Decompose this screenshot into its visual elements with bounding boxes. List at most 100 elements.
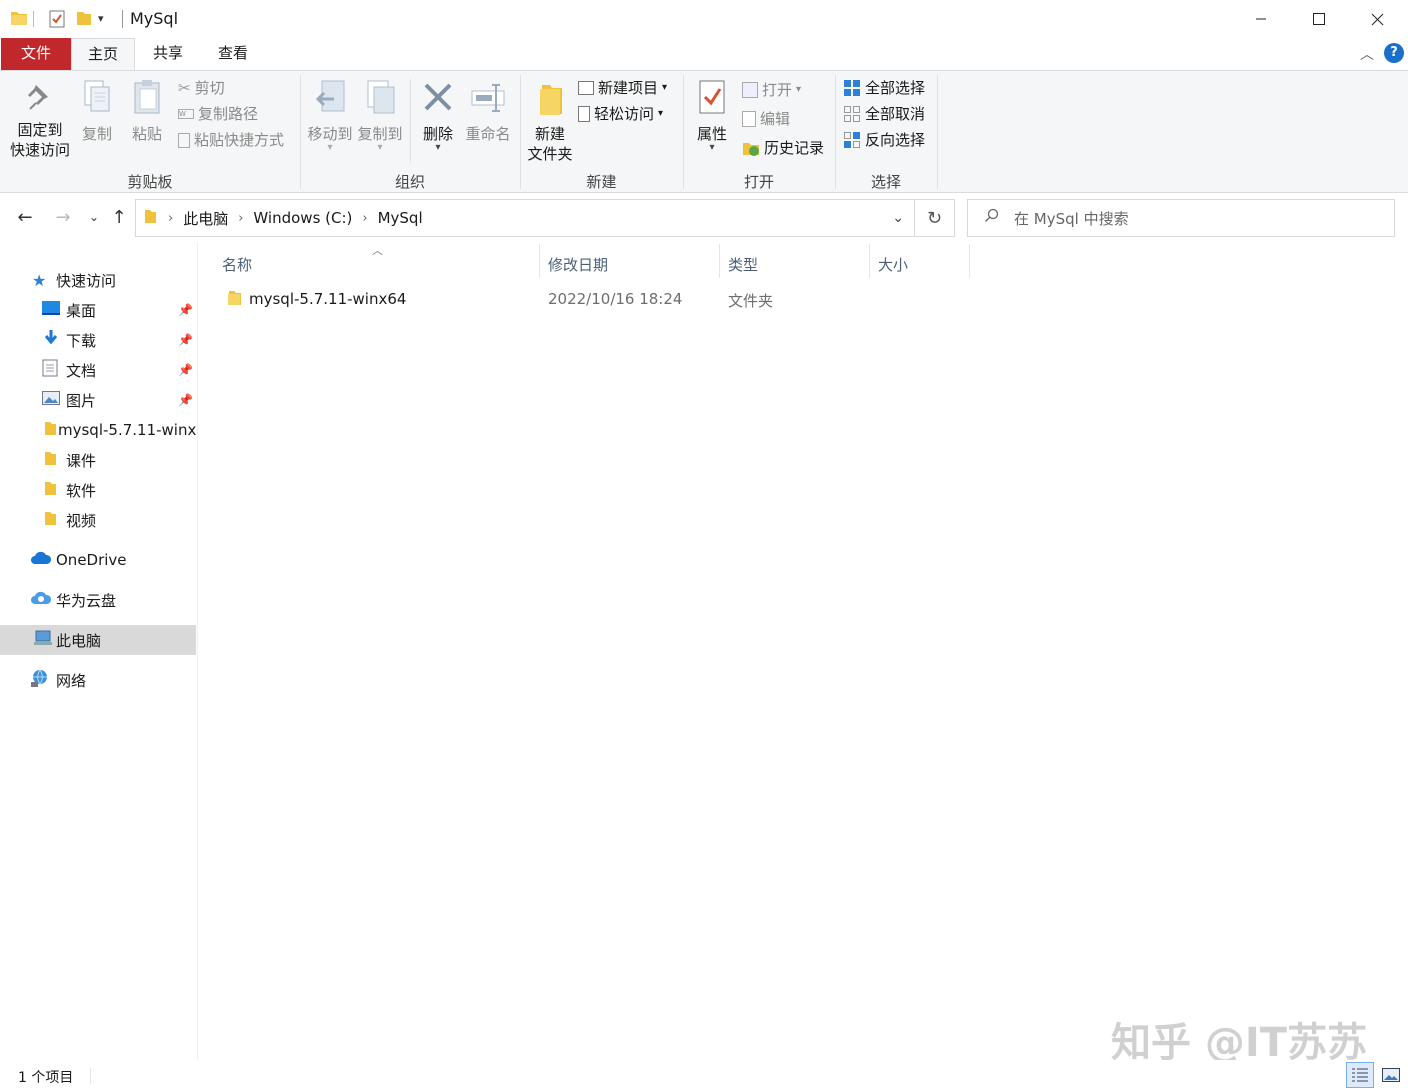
properties-icon[interactable] bbox=[48, 10, 66, 28]
nav-item-documents[interactable]: 文档 📌 bbox=[0, 355, 196, 385]
nav-item-downloads[interactable]: 下载 📌 bbox=[0, 325, 196, 355]
recent-locations-button[interactable]: ⌄ bbox=[81, 204, 107, 230]
move-to-icon bbox=[315, 80, 345, 112]
large-icons-view-button[interactable] bbox=[1378, 1062, 1404, 1088]
open-button[interactable]: 打开 ▾ bbox=[742, 79, 801, 101]
cloud-icon bbox=[30, 551, 56, 569]
move-to-button[interactable]: 移动到 ▾ bbox=[306, 79, 354, 153]
nav-huawei-cloud[interactable]: 华为云盘 bbox=[0, 585, 196, 615]
clipboard-group-label: 剪贴板 bbox=[127, 173, 173, 191]
minimize-icon bbox=[1256, 18, 1266, 20]
new-folder-button[interactable]: 新建 文件夹 bbox=[526, 79, 574, 164]
picture-icon bbox=[42, 391, 66, 409]
tab-home[interactable]: 主页 bbox=[71, 38, 135, 71]
address-row: ← → ⌄ ↑ › 此电脑 › Windows (C:) › MySql ⌄ ↻… bbox=[0, 194, 1408, 242]
column-header-type[interactable]: 类型 bbox=[728, 252, 758, 276]
paste-button[interactable]: 粘贴 bbox=[128, 79, 166, 144]
history-button[interactable]: 历史记录 bbox=[742, 137, 824, 159]
paste-label: 粘贴 bbox=[131, 125, 162, 143]
back-button[interactable]: ← bbox=[12, 204, 38, 230]
organize-group-label: 组织 bbox=[394, 173, 425, 191]
open-icon bbox=[742, 82, 758, 98]
copy-button[interactable]: 复制 bbox=[78, 79, 116, 144]
table-row[interactable]: mysql-5.7.11-winx64 2022/10/16 18:24 文件夹 bbox=[219, 286, 979, 312]
pin-icon[interactable]: 📌 bbox=[178, 333, 193, 347]
column-divider[interactable] bbox=[719, 244, 720, 278]
tab-file[interactable]: 文件 bbox=[1, 38, 71, 70]
column-header-modified[interactable]: 修改日期 bbox=[548, 252, 608, 276]
minimize-button[interactable] bbox=[1232, 0, 1290, 38]
nav-item-courseware[interactable]: 课件 bbox=[0, 445, 196, 475]
properties-button[interactable]: 属性 ▾ bbox=[690, 79, 734, 153]
column-divider[interactable] bbox=[869, 244, 870, 278]
close-button[interactable] bbox=[1348, 0, 1406, 38]
close-icon bbox=[1371, 13, 1383, 25]
new-group-label: 新建 bbox=[586, 173, 617, 191]
pin-icon[interactable]: 📌 bbox=[178, 363, 193, 377]
large-icons-view-icon bbox=[1382, 1068, 1400, 1082]
folder-icon bbox=[42, 450, 66, 470]
refresh-button[interactable]: ↻ bbox=[915, 199, 955, 237]
nav-network[interactable]: 网络 bbox=[0, 665, 196, 695]
breadcrumb-this-pc[interactable]: 此电脑 bbox=[183, 208, 228, 229]
breadcrumb-c-drive[interactable]: Windows (C:) bbox=[253, 209, 352, 227]
select-none-icon bbox=[844, 106, 860, 122]
rename-button[interactable]: 重命名 bbox=[462, 79, 514, 144]
status-bar: 1 个项目 bbox=[0, 1060, 1408, 1091]
ribbon: 固定到 快速访问 复制 粘贴 ✂ 剪切 W 复制路径 粘贴快捷方式 剪贴板 移动… bbox=[0, 70, 1408, 193]
maximize-button[interactable] bbox=[1290, 0, 1348, 38]
select-all-button[interactable]: 全部选择 bbox=[843, 77, 925, 99]
network-icon bbox=[30, 669, 56, 691]
dropdown-arrow-icon: ▾ bbox=[709, 142, 715, 153]
column-divider[interactable] bbox=[969, 244, 970, 278]
up-button[interactable]: ↑ bbox=[106, 204, 132, 230]
address-bar[interactable]: › 此电脑 › Windows (C:) › MySql ⌄ bbox=[135, 199, 915, 237]
column-divider[interactable] bbox=[539, 244, 540, 278]
file-list: ︿ 名称 修改日期 类型 大小 mysql-5.7.11-winx64 2022… bbox=[199, 242, 1408, 1066]
copy-path-button[interactable]: W 复制路径 bbox=[178, 103, 258, 125]
nav-item-videos[interactable]: 视频 bbox=[0, 505, 196, 535]
dropdown-arrow-icon: ▾ bbox=[435, 142, 441, 153]
customize-qat-icon[interactable]: ▾ bbox=[98, 12, 116, 30]
nav-quick-access[interactable]: ★ 快速访问 bbox=[0, 265, 196, 295]
nav-item-desktop[interactable]: 桌面 📌 bbox=[0, 295, 196, 325]
search-input[interactable]: 在 MySql 中搜索 bbox=[967, 199, 1395, 237]
copy-icon bbox=[84, 80, 110, 112]
new-folder-icon[interactable] bbox=[74, 10, 92, 28]
folder-icon bbox=[42, 420, 58, 440]
invert-selection-button[interactable]: 反向选择 bbox=[843, 129, 925, 151]
new-folder-icon bbox=[540, 85, 562, 115]
help-icon[interactable]: ? bbox=[1384, 43, 1404, 63]
delete-button[interactable]: 删除 ▾ bbox=[416, 79, 460, 153]
nav-this-pc[interactable]: 此电脑 bbox=[0, 625, 196, 655]
edit-button[interactable]: 编辑 bbox=[742, 108, 790, 130]
chevron-right-icon: › bbox=[362, 210, 368, 226]
pin-label-2: 快速访问 bbox=[9, 141, 70, 159]
column-header-name[interactable]: 名称 bbox=[222, 252, 252, 276]
column-header-size[interactable]: 大小 bbox=[878, 252, 908, 276]
new-item-button[interactable]: 新建项目 ▾ bbox=[578, 77, 667, 99]
pin-to-quick-access-button[interactable]: 固定到 快速访问 bbox=[6, 81, 74, 160]
copy-to-button[interactable]: 复制到 ▾ bbox=[356, 79, 404, 153]
tab-share[interactable]: 共享 bbox=[140, 38, 196, 70]
nav-item-mysql[interactable]: mysql-5.7.11-winx64 bbox=[0, 415, 196, 445]
breadcrumb-mysql[interactable]: MySql bbox=[378, 209, 423, 227]
tab-view[interactable]: 查看 bbox=[205, 38, 261, 70]
pin-icon[interactable]: 📌 bbox=[178, 393, 193, 407]
dropdown-arrow-icon: ▾ bbox=[327, 142, 333, 153]
select-none-button[interactable]: 全部取消 bbox=[843, 103, 925, 125]
forward-button[interactable]: → bbox=[50, 204, 76, 230]
file-type: 文件夹 bbox=[728, 292, 774, 310]
group-divider bbox=[937, 75, 938, 189]
easy-access-button[interactable]: 轻松访问 ▾ bbox=[578, 103, 663, 125]
address-dropdown-icon[interactable]: ⌄ bbox=[892, 210, 904, 226]
pin-icon bbox=[28, 85, 48, 110]
details-view-button[interactable] bbox=[1346, 1062, 1374, 1088]
paste-shortcut-button[interactable]: 粘贴快捷方式 bbox=[178, 129, 284, 151]
nav-onedrive[interactable]: OneDrive bbox=[0, 545, 196, 575]
nav-item-pictures[interactable]: 图片 📌 bbox=[0, 385, 196, 415]
pin-icon[interactable]: 📌 bbox=[178, 303, 193, 317]
cut-button[interactable]: ✂ 剪切 bbox=[178, 77, 225, 99]
nav-item-software[interactable]: 软件 bbox=[0, 475, 196, 505]
collapse-ribbon-icon[interactable]: ︿ bbox=[1360, 44, 1374, 64]
